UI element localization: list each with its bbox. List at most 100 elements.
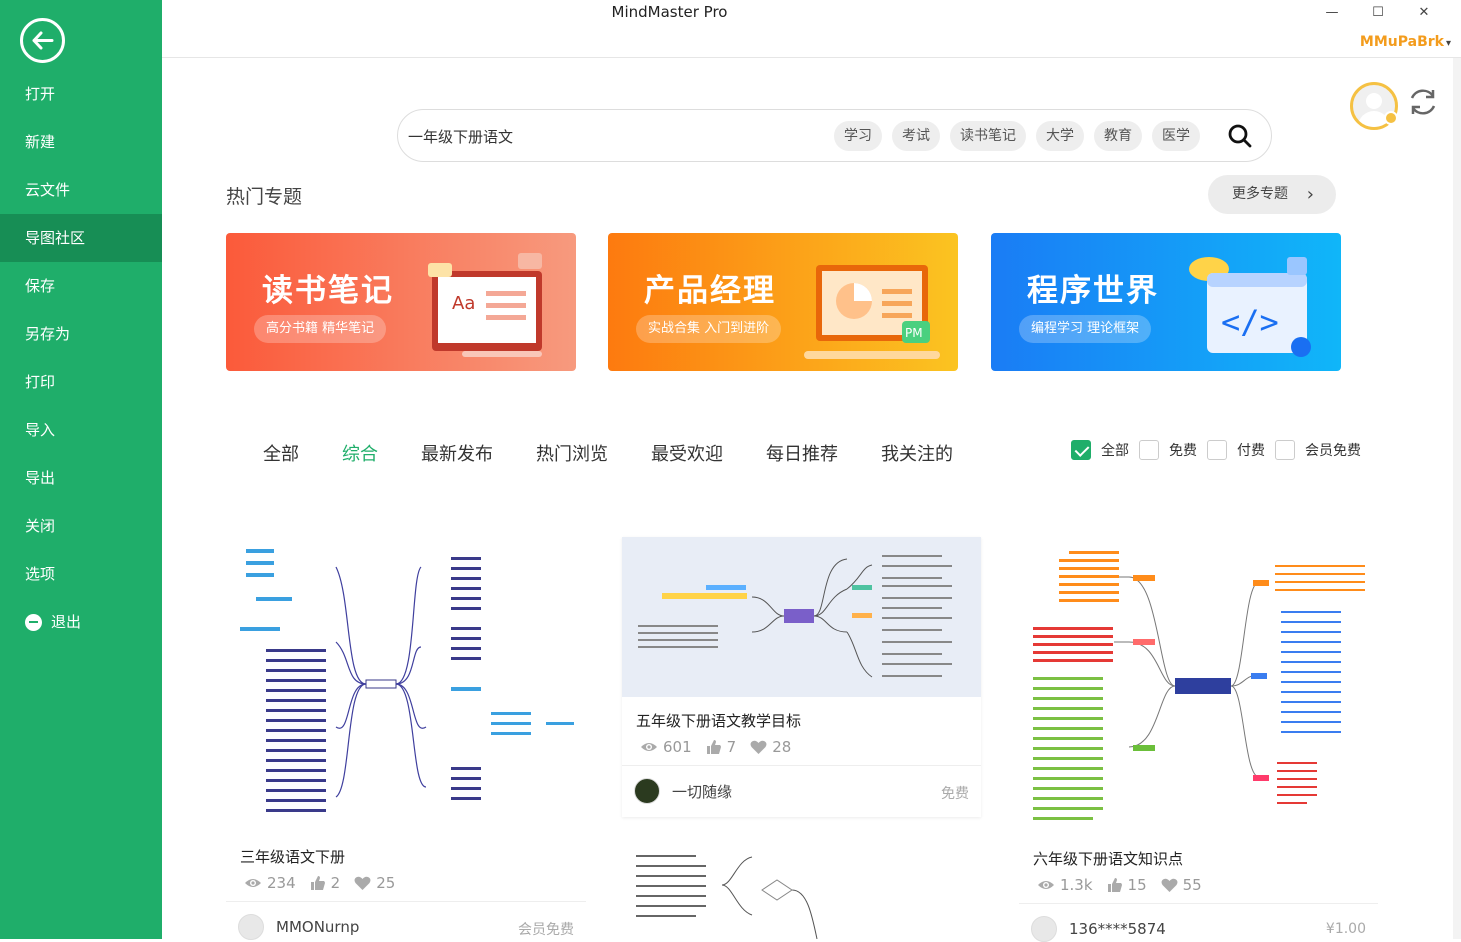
search-tag[interactable]: 教育 xyxy=(1094,121,1142,151)
like-count-value: 15 xyxy=(1127,876,1147,894)
presentation-illustration-icon: PM xyxy=(804,265,940,359)
like-count[interactable]: 2 xyxy=(310,874,341,892)
search-input[interactable] xyxy=(408,124,808,148)
banner-subtitle: 高分书籍 精华笔记 xyxy=(254,315,387,343)
card-divider xyxy=(226,901,586,902)
checkbox-checked[interactable] xyxy=(1071,440,1091,460)
title-bar: MindMaster Pro — ☐ ✕ MMuPaBrk xyxy=(162,0,1461,58)
banner-title: 程序世界 xyxy=(1027,273,1159,309)
mindmap-thumbnail xyxy=(1033,551,1365,820)
like-count[interactable]: 7 xyxy=(706,738,736,756)
card-price: ¥1.00 xyxy=(1325,921,1366,937)
favorite-count[interactable]: 25 xyxy=(354,874,395,892)
checkbox[interactable] xyxy=(1275,440,1295,460)
svg-text:Aa: Aa xyxy=(452,293,475,314)
sidebar-item-export[interactable]: 导出 xyxy=(0,454,162,502)
filter-member-free[interactable]: 会员免费 xyxy=(1275,440,1361,460)
template-card[interactable] xyxy=(622,845,981,939)
arrow-left-icon xyxy=(32,31,54,50)
eye-icon xyxy=(1038,881,1054,889)
filter-label: 免费 xyxy=(1169,443,1197,459)
tab-following[interactable]: 我关注的 xyxy=(881,440,953,466)
banner-title: 产品经理 xyxy=(644,273,776,309)
sidebar-item-print[interactable]: 打印 xyxy=(0,358,162,406)
tab-daily-pick[interactable]: 每日推荐 xyxy=(766,440,838,466)
sidebar-item-save-as[interactable]: 另存为 xyxy=(0,310,162,358)
card-title: 六年级下册语文知识点 xyxy=(1033,850,1184,868)
more-topics-button[interactable]: 更多专题 › xyxy=(1208,175,1336,214)
sync-icon[interactable] xyxy=(1406,85,1440,119)
back-button[interactable] xyxy=(20,18,65,63)
sidebar-item-exit-label: 退出 xyxy=(51,613,82,631)
like-count[interactable]: 15 xyxy=(1107,876,1147,894)
tab-comprehensive[interactable]: 综合 xyxy=(342,440,378,466)
svg-text:PM: PM xyxy=(905,326,923,340)
topic-banner-reading-notes[interactable]: 读书笔记 高分书籍 精华笔记 Aa xyxy=(226,233,576,371)
search-tag[interactable]: 考试 xyxy=(892,121,940,151)
sidebar-item-save[interactable]: 保存 xyxy=(0,262,162,310)
favorite-count[interactable]: 28 xyxy=(750,738,791,756)
sidebar-item-exit[interactable]: 退出 xyxy=(0,598,162,646)
sidebar: 打开 新建 云文件 导图社区 保存 另存为 打印 导入 导出 关闭 选项 退出 xyxy=(0,0,162,939)
filter-paid[interactable]: 付费 xyxy=(1207,440,1265,460)
scrollbar[interactable] xyxy=(1453,58,1461,939)
card-divider xyxy=(622,765,981,766)
tab-latest[interactable]: 最新发布 xyxy=(421,440,493,466)
checkbox[interactable] xyxy=(1139,440,1159,460)
template-card[interactable]: 三年级语文下册 234 2 25 MMONurnp 会员免费 xyxy=(226,537,586,940)
app-title: MindMaster Pro xyxy=(611,3,728,21)
view-count-value: 601 xyxy=(663,738,692,756)
sidebar-item-community[interactable]: 导图社区 xyxy=(0,214,162,262)
view-count: 234 xyxy=(244,874,296,892)
search-tag[interactable]: 读书笔记 xyxy=(950,121,1026,151)
sidebar-item-close[interactable]: 关闭 xyxy=(0,502,162,550)
minimize-button[interactable]: — xyxy=(1309,0,1355,24)
author-avatar xyxy=(238,914,264,940)
card-price: 会员免费 xyxy=(518,922,574,938)
close-button[interactable]: ✕ xyxy=(1401,0,1447,24)
like-count-value: 2 xyxy=(330,874,341,892)
search-tag[interactable]: 学习 xyxy=(834,121,882,151)
view-count-value: 1.3k xyxy=(1060,876,1093,894)
sidebar-item-open[interactable]: 打开 xyxy=(0,70,162,118)
topic-banner-product-manager[interactable]: 产品经理 实战合集 入门到进阶 PM xyxy=(608,233,958,371)
code-window-illustration-icon: </> xyxy=(1189,257,1311,357)
sidebar-item-options[interactable]: 选项 xyxy=(0,550,162,598)
window-controls: — ☐ ✕ xyxy=(1309,0,1447,24)
favorite-count-value: 55 xyxy=(1182,876,1202,894)
card-author[interactable]: MMONurnp xyxy=(238,914,359,940)
search-tag[interactable]: 大学 xyxy=(1036,121,1084,151)
heart-icon xyxy=(354,876,371,890)
price-filters: 全部 免费 付费 会员免费 xyxy=(1071,440,1371,460)
card-divider xyxy=(1019,903,1378,904)
sidebar-item-new[interactable]: 新建 xyxy=(0,118,162,166)
card-author[interactable]: 一切随缘 xyxy=(634,778,732,804)
card-stats: 234 2 25 xyxy=(244,874,409,892)
sidebar-item-cloud-files[interactable]: 云文件 xyxy=(0,166,162,214)
filter-all[interactable]: 全部 xyxy=(1071,440,1129,460)
view-count: 601 xyxy=(640,738,692,756)
exit-icon xyxy=(25,613,42,631)
banner-title: 读书笔记 xyxy=(262,273,394,309)
search-tag[interactable]: 医学 xyxy=(1152,121,1200,151)
view-count-value: 234 xyxy=(267,874,296,892)
user-menu[interactable]: MMuPaBrk xyxy=(1360,34,1451,50)
topic-banner-programming[interactable]: 程序世界 编程学习 理论框架 </> xyxy=(991,233,1341,371)
favorite-count[interactable]: 55 xyxy=(1161,876,1202,894)
avatar-head xyxy=(1366,93,1382,109)
favorite-count-value: 28 xyxy=(772,738,792,756)
sidebar-item-import[interactable]: 导入 xyxy=(0,406,162,454)
search-icon[interactable] xyxy=(1227,123,1253,149)
tab-most-liked[interactable]: 最受欢迎 xyxy=(651,440,723,466)
thumbs-up-icon xyxy=(706,740,721,754)
card-author[interactable]: 136****5874 xyxy=(1031,916,1166,942)
tab-popular[interactable]: 热门浏览 xyxy=(536,440,608,466)
filter-free[interactable]: 免费 xyxy=(1139,440,1197,460)
template-card[interactable]: 六年级下册语文知识点 1.3k 15 55 136****5874 ¥1.00 xyxy=(1019,537,1378,942)
section-title: 热门专题 xyxy=(226,186,303,208)
template-card[interactable]: 五年级下册语文教学目标 601 7 28 一切随缘 免费 xyxy=(622,537,981,817)
tab-all[interactable]: 全部 xyxy=(263,440,299,466)
checkbox[interactable] xyxy=(1207,440,1227,460)
maximize-button[interactable]: ☐ xyxy=(1355,0,1401,24)
favorite-count-value: 25 xyxy=(376,874,396,892)
